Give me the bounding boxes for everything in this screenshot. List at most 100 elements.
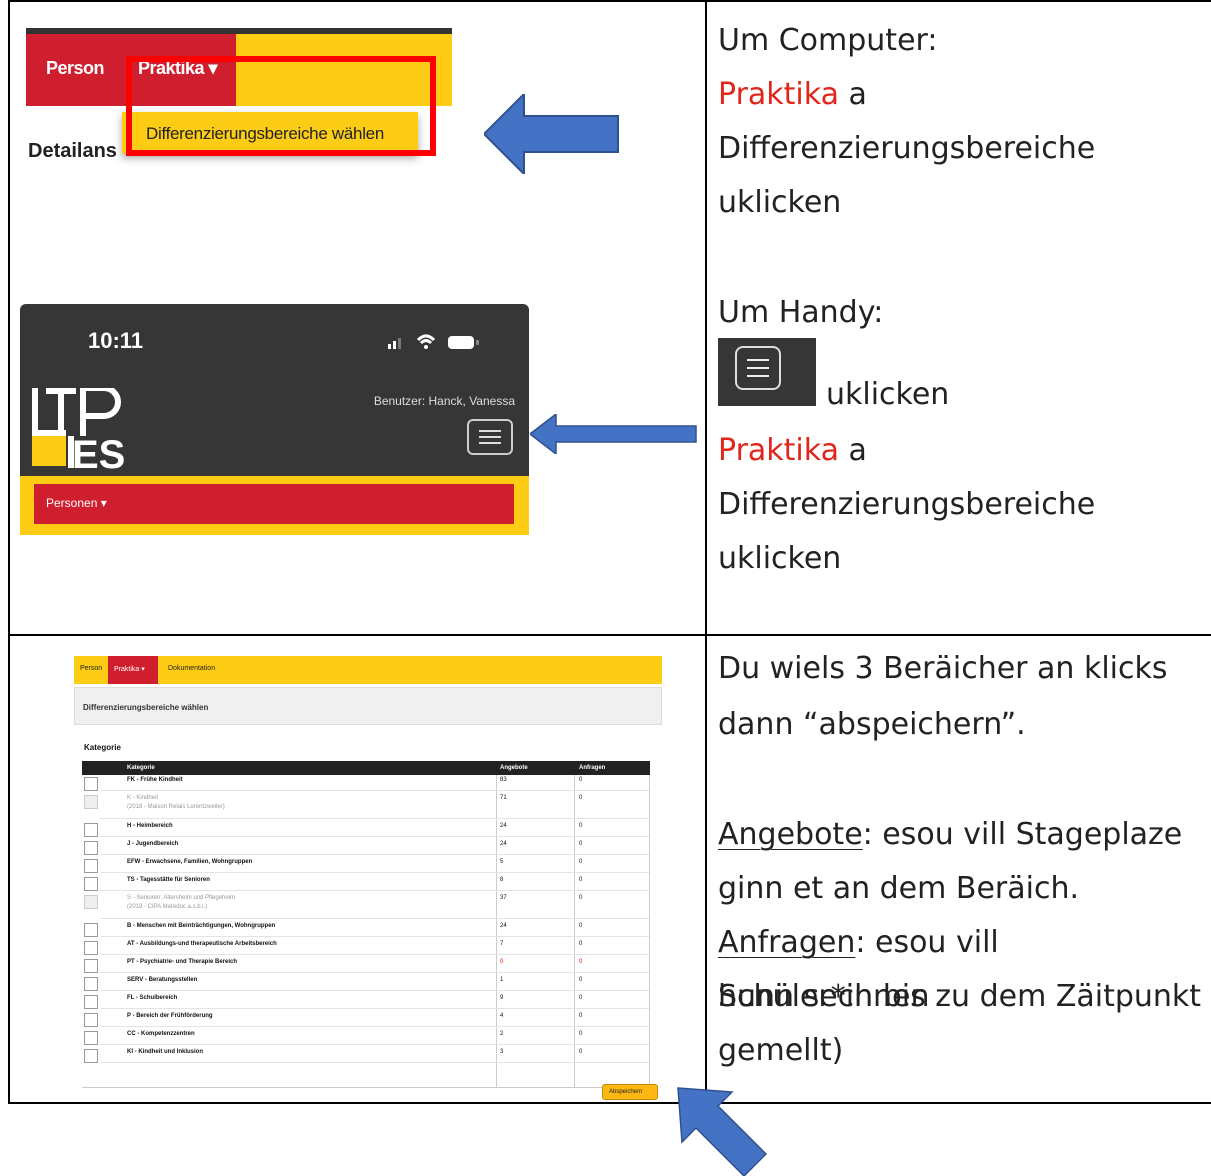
nav-person[interactable]: Person [80,665,102,672]
row-checkbox[interactable] [84,841,98,855]
row-anfragen: 0 [579,923,583,929]
table-row: B - Menschen mit Beinträchtigungen, Wohn… [82,921,650,937]
instruction-select-line1: Du wiels 3 Beräicher an klicks [718,651,1168,686]
ltpes-logo: ES [32,388,125,472]
row-anfragen: 0 [579,895,583,901]
highlight-box [126,56,436,156]
row-checkbox[interactable] [84,923,98,937]
row-divider [100,1026,649,1027]
instruction-phone-title: Um Handy: [718,295,884,330]
row-checkbox[interactable] [84,777,98,791]
table-row: EFW - Erwachsene, Familien, Wohngruppen 5… [82,857,650,873]
row-checkbox[interactable] [84,1031,98,1045]
row-angebote: 3 [500,1049,504,1055]
arrow-left-icon [484,94,619,174]
row-anfragen: 0 [579,877,583,883]
explain-anfragen-end: gemellt) [718,1033,844,1068]
row-label: K - Kindheit [127,795,159,801]
row-checkbox[interactable] [84,995,98,1009]
row-angebote: 0 [500,959,504,965]
row-divider [100,954,649,955]
row-sublabel: (2019 - CIPA Maredoc a.s.b.l.) [127,904,208,910]
table-row: FL - Schulbereich 9 0 [82,993,650,1009]
nav-bar: Person Praktika ▾ Dokumentation [74,656,662,684]
row-angebote: 2 [500,1031,504,1037]
instruction-computer-title: Um Computer: [718,23,938,58]
status-time: 10:11 [88,328,144,353]
row-divider [100,1044,649,1045]
row-anfragen: 0 [579,941,583,947]
table-row: TS - Tagesstätte für Senioren 8 0 [82,875,650,891]
table-row: FK - Frühe Kindheit 83 0 [82,775,650,791]
row-label: H - Heimbereich [127,823,173,829]
row-divider [100,918,649,919]
instruction-computer-item: Differenzierungsbereiche [718,131,1096,166]
table-border-left [8,0,10,1104]
row-label: S - Senioren: Altersheim und Pflegeheim [127,895,236,901]
row-angebote: 37 [500,895,507,901]
row-divider [100,872,649,873]
kategorie-label: Kategorie [84,743,121,752]
row-angebote: 5 [500,859,504,865]
row-divider [100,972,649,973]
row-label: P - Bereich der Frühförderung [127,1013,213,1019]
user-label: Benutzer: Hanck, Vanessa [373,394,515,408]
row-checkbox[interactable] [84,977,98,991]
nav-personen[interactable]: Personen ▾ [46,496,107,510]
phone-screenshot: 10:11 ES Benutzer: Hanck, Vanessa Person… [20,304,529,535]
desktop-menu-screenshot: Person Praktika ▾ Detailans Differenzier… [26,28,452,186]
table-row: P - Bereich der Frühförderung 4 0 [82,1011,650,1027]
instruction-phone-click: uklicken [718,541,842,576]
instruction-select-line2: dann “abspeichern”. [718,707,1026,742]
row-label: B - Menschen mit Beinträchtigungen, Wohn… [127,923,276,929]
row-checkbox[interactable] [84,941,98,955]
row-angebote: 24 [500,823,507,829]
row-label: KI - Kindheit und Inklusion [127,1049,203,1055]
row-angebote: 71 [500,795,507,801]
row-checkbox[interactable] [84,1013,98,1027]
row-anfragen: 0 [579,859,583,865]
row-angebote: 24 [500,923,507,929]
abspeichern-button[interactable]: Abspeichern [602,1084,658,1100]
row-checkbox[interactable] [84,823,98,837]
row-anfragen: 0 [579,977,583,983]
table-row: SERV - Beratungsstellen 1 0 [82,975,650,991]
row-label: SERV - Beratungsstellen [127,977,198,983]
row-checkbox[interactable] [84,859,98,873]
row-angebote: 4 [500,1013,504,1019]
table-row: AT - Ausbildungs-und therapeutische Arbe… [82,939,650,955]
table-bottom [82,1087,650,1088]
instruction-phone-action: uklicken [826,377,950,412]
row-angebote: 9 [500,995,504,1001]
table-header: Kategorie Angebote Anfragen [82,761,650,775]
nav-dokumentation[interactable]: Dokumentation [168,665,215,672]
row-anfragen: 0 [579,841,583,847]
table-row: KI - Kindheit und Inklusion 3 0 [82,1047,650,1063]
mobile-nav-bar: Personen ▾ [34,484,514,524]
table-row: K - Kindheit (2018 - Maison Relais Lorent… [82,793,650,819]
nav-person[interactable]: Person [46,58,105,79]
row-checkbox[interactable] [84,959,98,973]
row-divider [100,890,649,891]
row-divider [100,854,649,855]
row-label: AT - Ausbildungs-und therapeutische Arbe… [127,941,277,947]
row-checkbox[interactable] [84,877,98,891]
panel-header: Differenzierungsbereiche wählen [74,687,662,725]
hamburger-menu-button[interactable] [467,419,513,455]
explain-angebote-cont: ginn et an dem Beräich. [718,871,1080,906]
row-label: FL - Schulbereich [127,995,178,1001]
row-checkbox[interactable] [84,1049,98,1063]
row-label: EFW - Erwachsene, Familien, Wohngruppen [127,859,253,865]
explain-anfragen-cont: hunn sech bis zu dem Zäitpunkt [718,979,1202,1014]
row-anfragen: 0 [579,1013,583,1019]
hamburger-icon [718,338,816,406]
nav-praktika[interactable]: Praktika ▾ [114,665,145,673]
table-border-row [8,634,1211,636]
explain-angebote: Angebote: esou vill Stageplaze [718,817,1183,852]
row-anfragen: 0 [579,959,583,965]
panel-title: Differenzierungsbereiche wählen [83,703,209,712]
row-label: J - Jugendbereich [127,841,179,847]
instruction-phone-step: Praktika a [718,433,867,468]
table-row: H - Heimbereich 24 0 [82,821,650,837]
row-divider [100,818,649,819]
